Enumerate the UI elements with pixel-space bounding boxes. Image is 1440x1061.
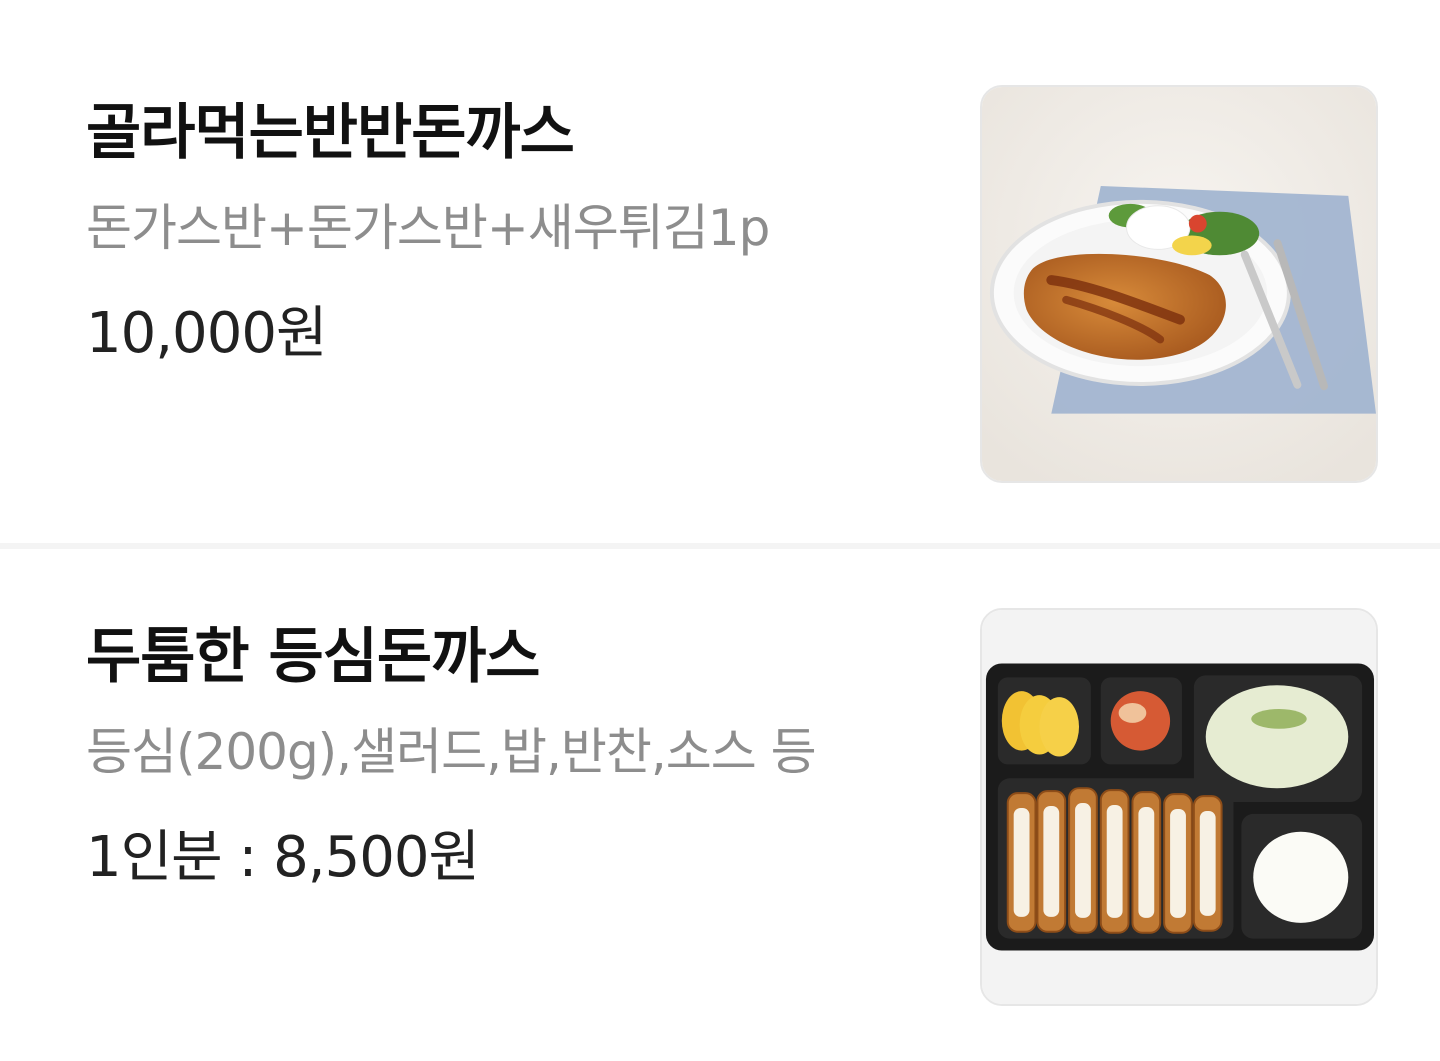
menu-item-image[interactable]	[980, 608, 1378, 1006]
pork-cutlet-plate-photo	[982, 87, 1376, 481]
menu-item-name: 두툼한 등심돈까스	[86, 622, 540, 692]
menu-item-price: 1인분 : 8,500원	[86, 825, 480, 890]
menu-list: 골라먹는반반돈까스 돈가스반+돈가스반+새우튀김1p 10,000원 두툼한 등…	[0, 0, 1440, 1061]
divider	[0, 543, 1440, 549]
menu-item-description: 돈가스반+돈가스반+새우튀김1p	[86, 199, 770, 257]
menu-item-image[interactable]	[980, 85, 1378, 483]
pork-cutlet-lunchbox-photo	[982, 610, 1376, 1004]
menu-item-description: 등심(200g),샐러드,밥,반찬,소스 등	[86, 723, 817, 781]
menu-item-price: 10,000원	[86, 301, 327, 366]
menu-item[interactable]: 골라먹는반반돈까스 돈가스반+돈가스반+새우튀김1p 10,000원	[0, 0, 1440, 520]
menu-item-name: 골라먹는반반돈까스	[86, 98, 575, 168]
menu-item[interactable]: 두툼한 등심돈까스 등심(200g),샐러드,밥,반찬,소스 등 1인분 : 8…	[0, 550, 1440, 1061]
